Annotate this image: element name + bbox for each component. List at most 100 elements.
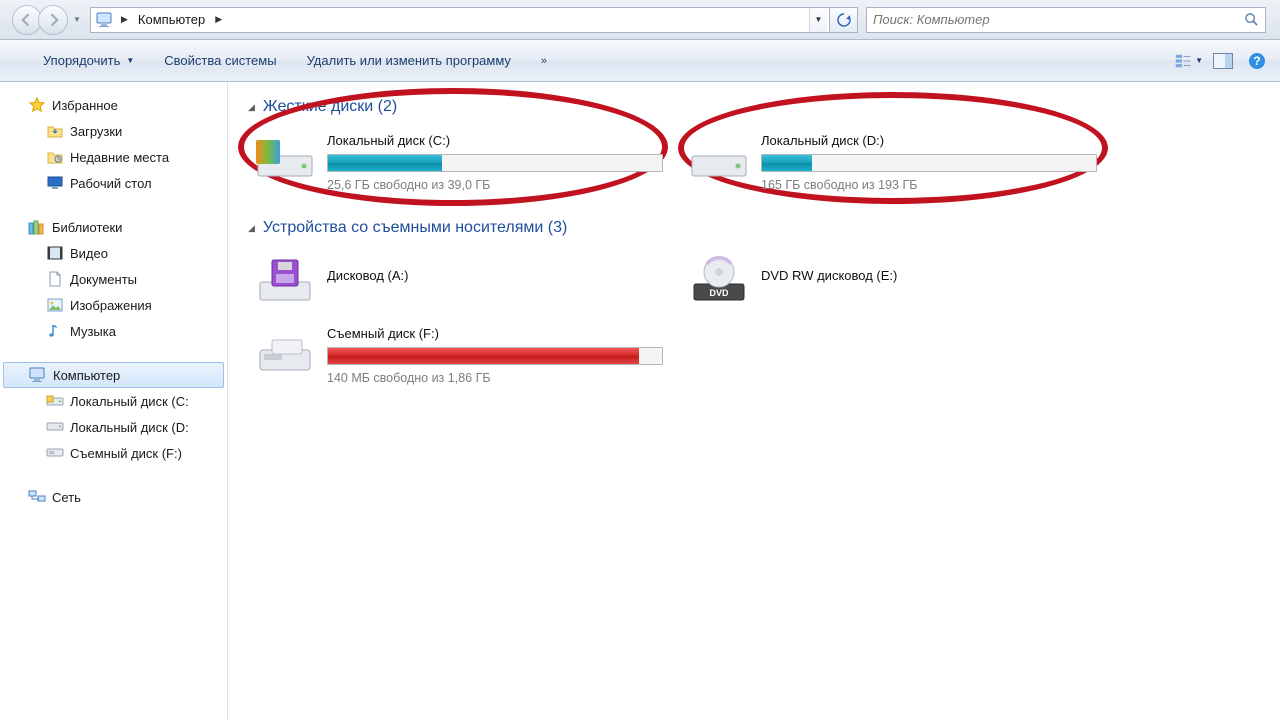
organize-menu[interactable]: Упорядочить ▼	[28, 46, 149, 76]
breadcrumb-dropdown[interactable]: ▼	[809, 8, 827, 32]
drive-d[interactable]: Локальный диск (D:) 165 ГБ свободно из 1…	[682, 128, 1102, 197]
removable-drive-icon	[253, 326, 317, 378]
libraries-header[interactable]: Библиотеки	[0, 214, 227, 240]
section-removable-header[interactable]: ◢ Устройства со съемными носителями (3)	[248, 219, 1270, 237]
collapse-icon: ◢	[248, 223, 255, 234]
computer-icon	[95, 10, 115, 30]
help-button[interactable]: ?	[1242, 47, 1272, 75]
drive-dvd[interactable]: DVD DVD RW дисковод (E:)	[682, 249, 1102, 311]
breadcrumb[interactable]: ▶ Компьютер ▶ ▼	[90, 7, 830, 33]
network-label: Сеть	[52, 490, 81, 505]
libraries-group: Библиотеки Видео Документы Изображения М…	[0, 214, 227, 344]
section-title: Жесткие диски (2)	[263, 98, 397, 116]
chevron-down-icon: ▼	[126, 56, 134, 65]
search-box[interactable]	[866, 7, 1266, 33]
capacity-bar	[761, 154, 1097, 172]
address-bar: ▼ ▶ Компьютер ▶ ▼	[0, 0, 1280, 40]
drive-a[interactable]: Дисковод (A:)	[248, 249, 668, 311]
hdd-grid: Локальный диск (C:) 25,6 ГБ свободно из …	[248, 128, 1270, 197]
preview-pane-button[interactable]	[1208, 47, 1238, 75]
desktop-icon	[46, 174, 64, 192]
label: Загрузки	[70, 124, 122, 139]
drive-f[interactable]: Съемный диск (F:) 140 МБ свободно из 1,8…	[248, 321, 668, 390]
nav-arrows: ▼	[12, 5, 84, 35]
dvd-icon: DVD	[687, 254, 751, 306]
search-input[interactable]	[873, 12, 1244, 27]
content-pane: ◢ Жесткие диски (2) Локальный диск (C:) …	[228, 82, 1280, 720]
sidebar-item-desktop[interactable]: Рабочий стол	[0, 170, 227, 196]
folder-icon	[46, 122, 64, 140]
computer-label: Компьютер	[53, 368, 120, 383]
sidebar-item-disk-c[interactable]: Локальный диск (C:	[0, 388, 227, 414]
drive-icon	[46, 418, 64, 436]
sidebar-item-downloads[interactable]: Загрузки	[0, 118, 227, 144]
nav-pane: Избранное Загрузки Недавние места Рабочи…	[0, 82, 228, 720]
computer-header[interactable]: Компьютер	[3, 362, 224, 388]
libraries-icon	[28, 218, 46, 236]
capacity-bar	[327, 347, 663, 365]
uninstall-label: Удалить или изменить программу	[307, 53, 511, 68]
label: Рабочий стол	[70, 176, 152, 191]
favorites-group: Избранное Загрузки Недавние места Рабочи…	[0, 92, 227, 196]
network-header[interactable]: Сеть	[0, 484, 227, 510]
collapse-icon: ◢	[248, 102, 255, 113]
breadcrumb-computer[interactable]: Компьютер	[132, 9, 211, 31]
chevron-right-icon[interactable]: ▶	[211, 14, 226, 25]
sidebar-item-music[interactable]: Музыка	[0, 318, 227, 344]
history-dropdown[interactable]: ▼	[70, 10, 84, 30]
drive-title: Дисковод (A:)	[327, 268, 663, 283]
drive-subtitle: 165 ГБ свободно из 193 ГБ	[761, 178, 1097, 192]
favorites-header[interactable]: Избранное	[0, 92, 227, 118]
label: Локальный диск (D:	[70, 420, 189, 435]
label: Документы	[70, 272, 137, 287]
floppy-icon	[253, 254, 317, 306]
organize-label: Упорядочить	[43, 53, 120, 68]
forward-button[interactable]	[38, 5, 68, 35]
sidebar-item-recent[interactable]: Недавние места	[0, 144, 227, 170]
sidebar-item-documents[interactable]: Документы	[0, 266, 227, 292]
toolbar-right: ▼ ?	[1174, 47, 1272, 75]
drive-title: DVD RW дисковод (E:)	[761, 268, 1097, 283]
computer-icon	[29, 366, 47, 384]
libraries-label: Библиотеки	[52, 220, 122, 235]
sidebar-item-disk-f[interactable]: Съемный диск (F:)	[0, 440, 227, 466]
svg-text:DVD: DVD	[709, 288, 729, 298]
favorites-label: Избранное	[52, 98, 118, 113]
label: Видео	[70, 246, 108, 261]
svg-text:?: ?	[1253, 54, 1260, 68]
drive-title: Съемный диск (F:)	[327, 326, 663, 341]
label: Съемный диск (F:)	[70, 446, 182, 461]
toolbar: Упорядочить ▼ Свойства системы Удалить и…	[0, 40, 1280, 82]
system-properties-label: Свойства системы	[164, 53, 276, 68]
star-icon	[28, 96, 46, 114]
sidebar-item-videos[interactable]: Видео	[0, 240, 227, 266]
toolbar-overflow[interactable]: »	[526, 46, 559, 76]
drive-icon	[253, 133, 317, 185]
sidebar-item-pictures[interactable]: Изображения	[0, 292, 227, 318]
chevron-right-icon[interactable]: ▶	[117, 14, 132, 25]
system-properties-button[interactable]: Свойства системы	[149, 46, 291, 76]
drive-subtitle: 140 МБ свободно из 1,86 ГБ	[327, 371, 663, 385]
video-icon	[46, 244, 64, 262]
drive-title: Локальный диск (C:)	[327, 133, 663, 148]
drive-icon	[46, 392, 64, 410]
chevrons-right-icon: »	[535, 55, 550, 67]
music-icon	[46, 322, 64, 340]
uninstall-program-button[interactable]: Удалить или изменить программу	[292, 46, 526, 76]
network-icon	[28, 488, 46, 506]
drive-title: Локальный диск (D:)	[761, 133, 1097, 148]
label: Локальный диск (C:	[70, 394, 189, 409]
chevron-down-icon: ▼	[1195, 56, 1203, 65]
capacity-fill	[762, 155, 812, 171]
sidebar-item-disk-d[interactable]: Локальный диск (D:	[0, 414, 227, 440]
main: Избранное Загрузки Недавние места Рабочи…	[0, 82, 1280, 720]
change-view-button[interactable]: ▼	[1174, 47, 1204, 75]
drive-subtitle: 25,6 ГБ свободно из 39,0 ГБ	[327, 178, 663, 192]
computer-group: Компьютер Локальный диск (C: Локальный д…	[0, 362, 227, 466]
section-hdd-header[interactable]: ◢ Жесткие диски (2)	[248, 98, 1270, 116]
drive-icon	[687, 133, 751, 185]
drive-c[interactable]: Локальный диск (C:) 25,6 ГБ свободно из …	[248, 128, 668, 197]
documents-icon	[46, 270, 64, 288]
refresh-button[interactable]	[830, 7, 858, 33]
section-title: Устройства со съемными носителями (3)	[263, 219, 567, 237]
